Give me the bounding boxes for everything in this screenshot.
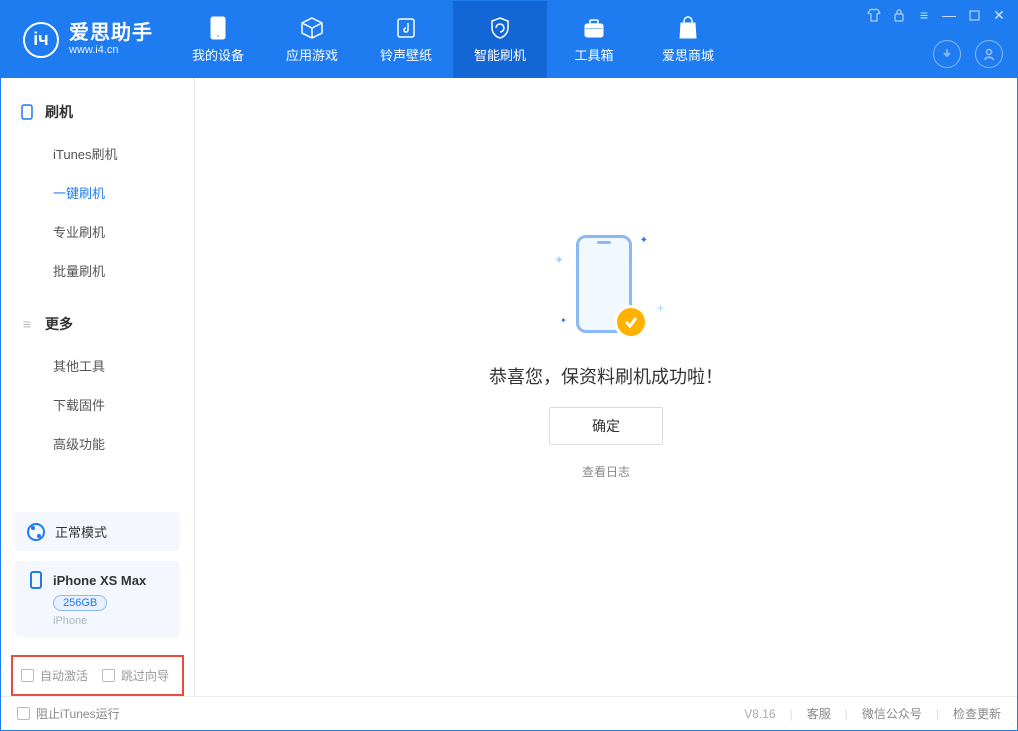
sparkle-icon: + [657, 301, 664, 315]
download-button[interactable] [933, 40, 961, 68]
mode-text: 正常模式 [55, 522, 107, 541]
body: 刷机 iTunes刷机 一键刷机 专业刷机 批量刷机 ≡ 更多 其他工具 下载固… [1, 78, 1017, 696]
support-link[interactable]: 客服 [807, 705, 831, 722]
checkbox-icon [102, 669, 115, 682]
phone-outline-icon [27, 571, 45, 589]
window-controls: ≡ — ✕ [866, 7, 1007, 23]
nav-store[interactable]: 爱思商城 [641, 1, 735, 78]
wechat-link[interactable]: 微信公众号 [862, 705, 922, 722]
top-nav: 我的设备 应用游戏 铃声壁纸 智能刷机 工具箱 爱思商城 [171, 1, 735, 78]
user-button[interactable] [975, 40, 1003, 68]
mode-icon [27, 523, 45, 541]
sparkle-icon: ✦ [560, 316, 567, 325]
block-itunes-checkbox[interactable]: 阻止iTunes运行 [17, 705, 120, 722]
sparkle-icon: ✦ [640, 235, 648, 246]
logo: iч 爱思助手 www.i4.cn [1, 1, 171, 78]
footer: 阻止iTunes运行 V8.16 | 客服 | 微信公众号 | 检查更新 [1, 696, 1017, 730]
sidebar-item-oneclick-flash[interactable]: 一键刷机 [1, 173, 194, 212]
view-log-link[interactable]: 查看日志 [582, 463, 630, 480]
sidebar-bottom: 正常模式 iPhone XS Max 256GB iPhone [1, 512, 194, 647]
main-content: ✦ ✦ ✦ + 恭喜您，保资料刷机成功啦！ 确定 查看日志 [195, 78, 1017, 696]
nav-ringtones[interactable]: 铃声壁纸 [359, 1, 453, 78]
app-name: 爱思助手 [69, 22, 153, 44]
check-update-link[interactable]: 检查更新 [953, 705, 1001, 722]
sidebar-section-more: ≡ 更多 [1, 308, 194, 340]
list-icon: ≡ [19, 316, 35, 332]
phone-icon [205, 15, 231, 41]
sidebar-item-advanced[interactable]: 高级功能 [1, 424, 194, 463]
menu-icon[interactable]: ≡ [916, 7, 932, 23]
toolbox-icon [581, 15, 607, 41]
checkbox-icon [17, 707, 30, 720]
cube-icon [299, 15, 325, 41]
device-icon [19, 104, 35, 120]
sidebar-item-other-tools[interactable]: 其他工具 [1, 346, 194, 385]
minimize-icon[interactable]: — [941, 7, 957, 23]
options-highlight-box: 自动激活 跳过向导 [11, 655, 184, 696]
device-card[interactable]: iPhone XS Max 256GB iPhone [15, 561, 180, 637]
header: iч 爱思助手 www.i4.cn 我的设备 应用游戏 铃声壁纸 智能刷机 [1, 1, 1017, 78]
mode-card[interactable]: 正常模式 [15, 512, 180, 551]
success-illustration: ✦ ✦ ✦ + [536, 235, 676, 345]
version-label: V8.16 [744, 707, 775, 721]
device-name: iPhone XS Max [53, 573, 146, 588]
maximize-icon[interactable] [966, 7, 982, 23]
app-url: www.i4.cn [69, 44, 153, 56]
device-type: iPhone [53, 615, 168, 627]
sidebar-item-firmware[interactable]: 下载固件 [1, 385, 194, 424]
ok-button[interactable]: 确定 [549, 407, 663, 445]
tshirt-icon[interactable] [866, 7, 882, 23]
sparkle-icon: ✦ [554, 253, 564, 267]
sidebar-item-batch-flash[interactable]: 批量刷机 [1, 251, 194, 290]
logo-icon: iч [23, 22, 59, 58]
skip-guide-checkbox[interactable]: 跳过向导 [102, 667, 169, 684]
nav-flash[interactable]: 智能刷机 [453, 1, 547, 78]
checkbox-icon [21, 669, 34, 682]
refresh-shield-icon [487, 15, 513, 41]
success-message: 恭喜您，保资料刷机成功啦！ [489, 363, 723, 389]
auto-activate-checkbox[interactable]: 自动激活 [21, 667, 88, 684]
nav-my-device[interactable]: 我的设备 [171, 1, 265, 78]
sidebar-section-flash: 刷机 [1, 96, 194, 128]
check-badge-icon [614, 305, 648, 339]
sidebar-item-itunes-flash[interactable]: iTunes刷机 [1, 134, 194, 173]
capacity-badge: 256GB [53, 595, 107, 611]
app-window: iч 爱思助手 www.i4.cn 我的设备 应用游戏 铃声壁纸 智能刷机 [0, 0, 1018, 731]
sidebar: 刷机 iTunes刷机 一键刷机 专业刷机 批量刷机 ≡ 更多 其他工具 下载固… [1, 78, 195, 696]
sidebar-item-pro-flash[interactable]: 专业刷机 [1, 212, 194, 251]
close-icon[interactable]: ✕ [991, 7, 1007, 23]
header-actions [933, 40, 1003, 68]
bag-icon [675, 15, 701, 41]
lock-icon[interactable] [891, 7, 907, 23]
nav-toolbox[interactable]: 工具箱 [547, 1, 641, 78]
music-icon [393, 15, 419, 41]
nav-apps[interactable]: 应用游戏 [265, 1, 359, 78]
